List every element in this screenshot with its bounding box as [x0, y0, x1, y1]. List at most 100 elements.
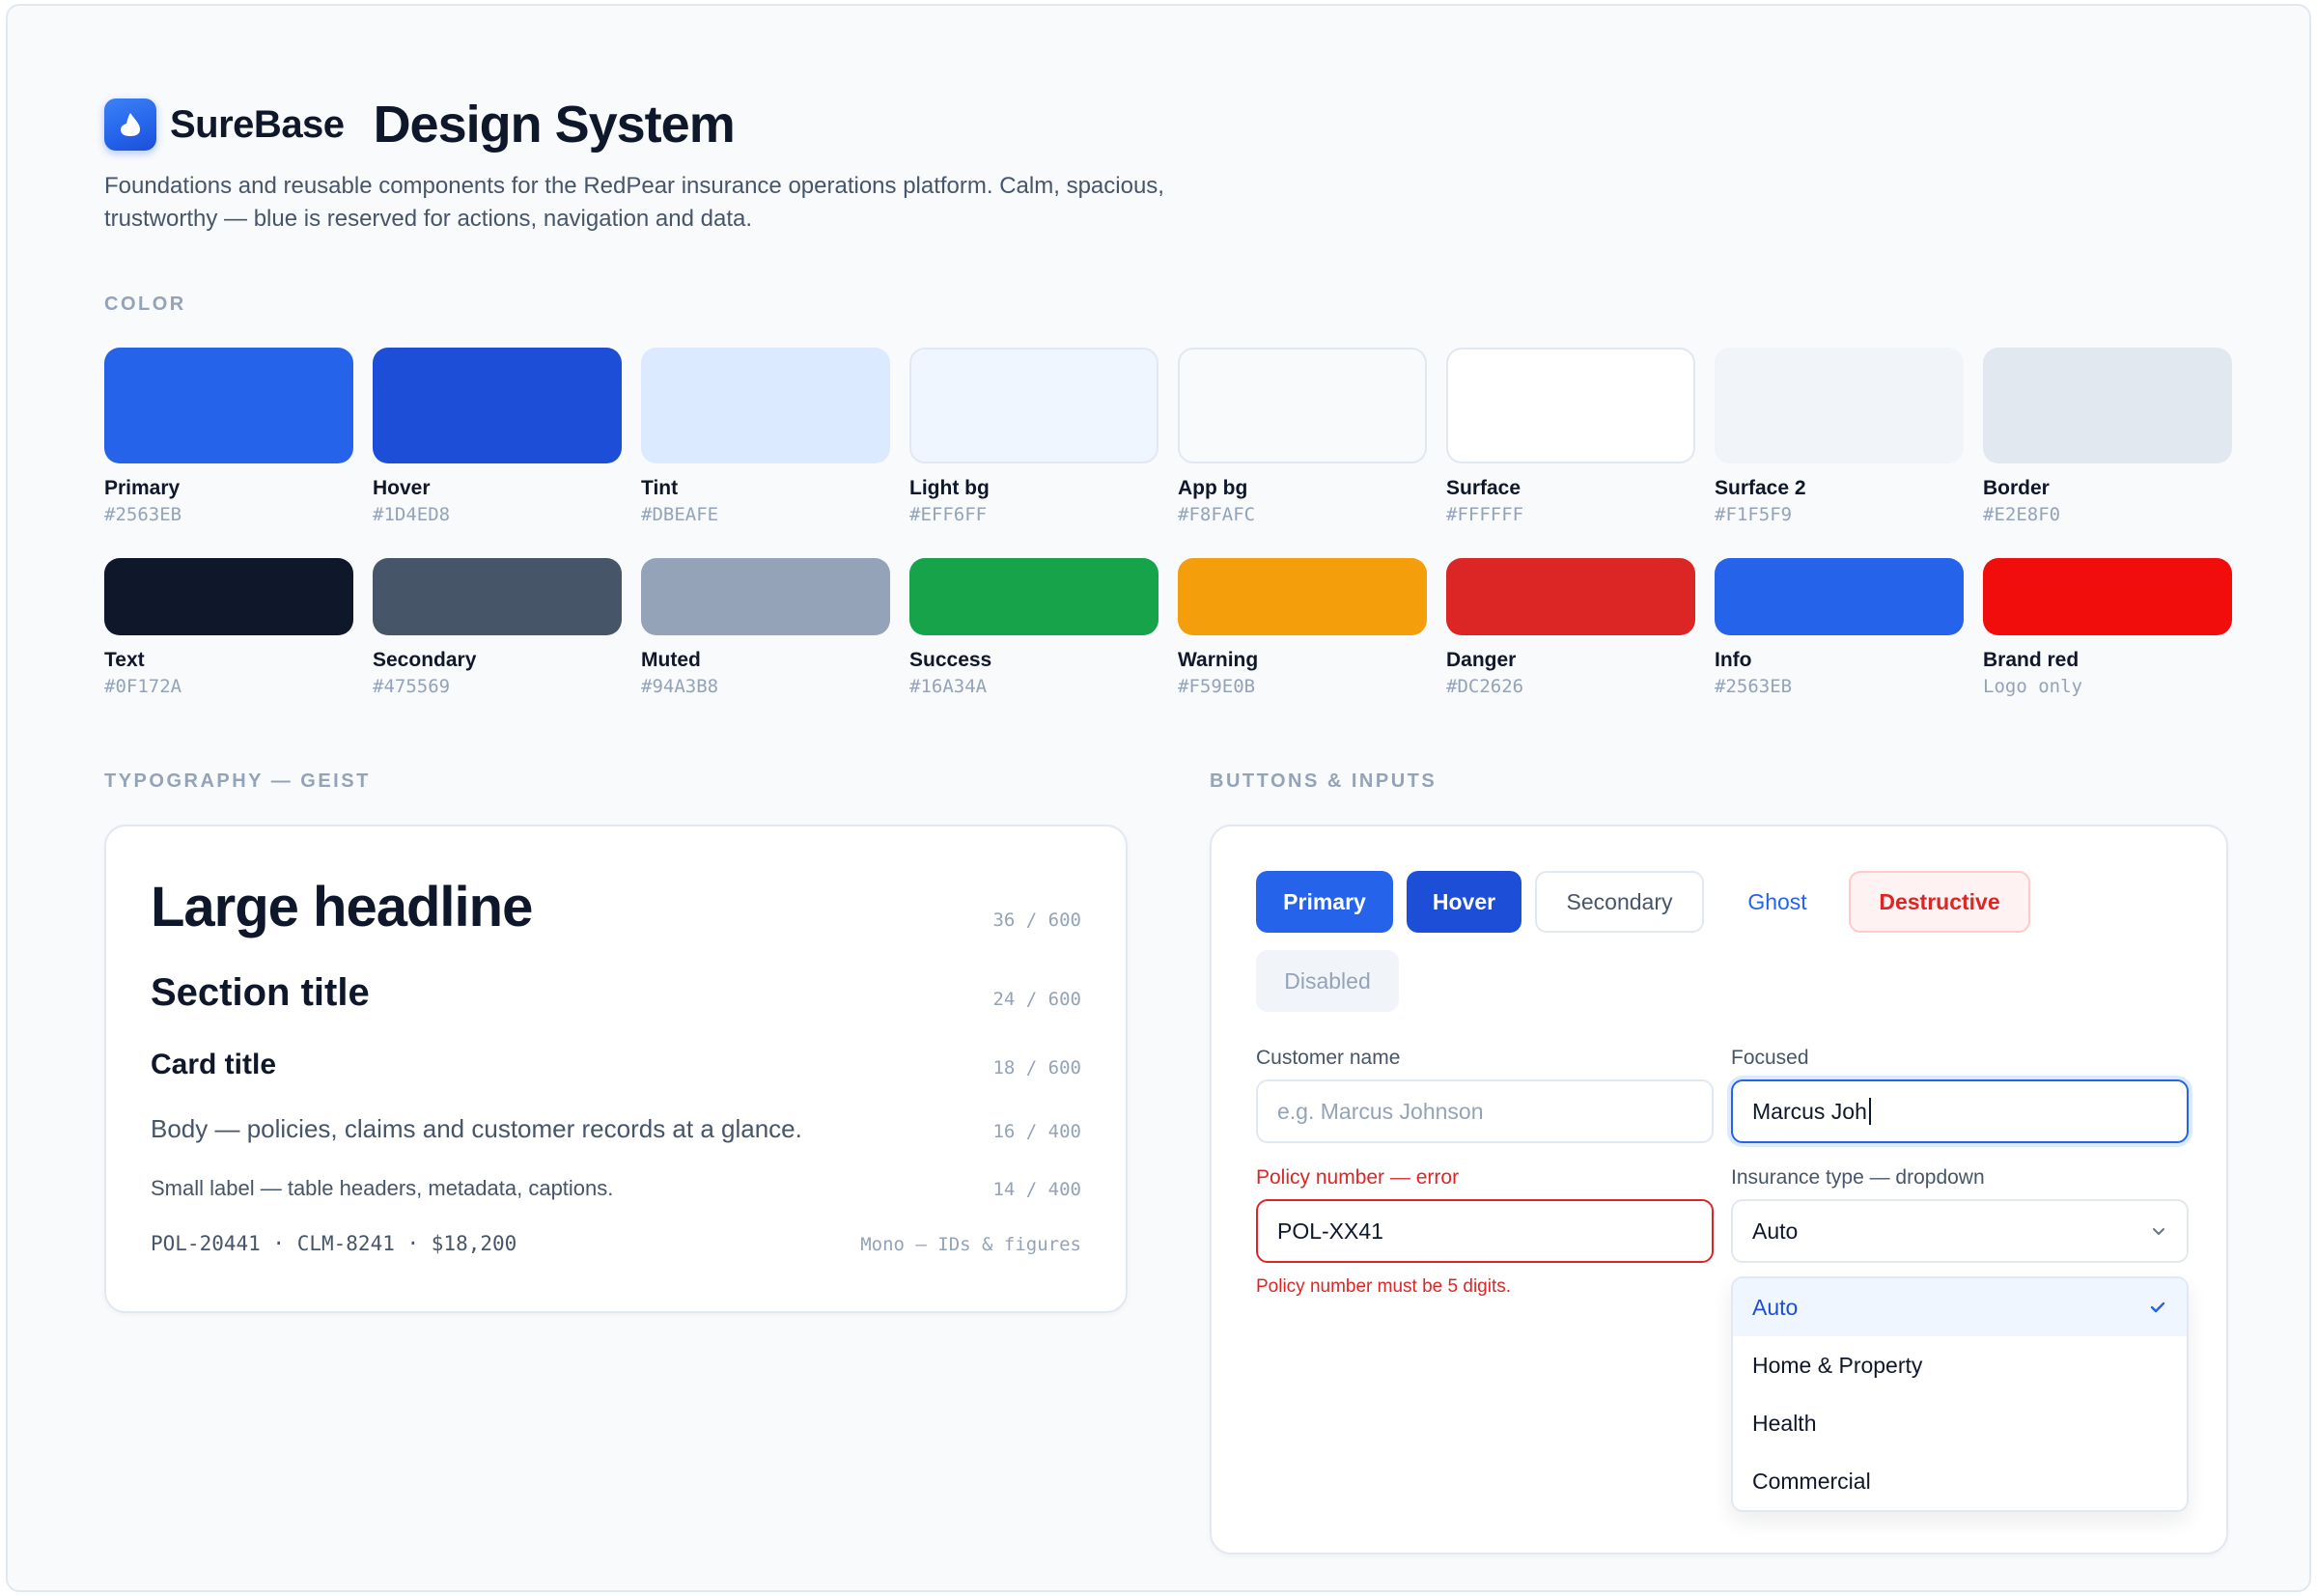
swatch-name: Text — [104, 649, 145, 671]
insurance-type-value: Auto — [1752, 1218, 1799, 1244]
large-headline-sample: Large headline — [151, 876, 533, 938]
ghost-button[interactable]: Ghost — [1719, 871, 1835, 933]
surebase-logo-icon — [104, 98, 156, 151]
color-chip — [1715, 558, 1964, 635]
small-label-sample: Small label — table headers, metadata, c… — [151, 1176, 614, 1200]
policy-number-label: Policy number — error — [1256, 1166, 1460, 1189]
color-swatch: Muted #94A3B8 — [641, 558, 890, 697]
insurance-type-dropdown: Auto Home & Property Health Commercial — [1731, 1276, 2189, 1512]
color-chip — [1446, 348, 1695, 463]
dropdown-option-commercial[interactable]: Commercial — [1733, 1452, 2187, 1510]
color-swatch: Brand red Logo only — [1983, 558, 2232, 697]
swatch-hex: #E2E8F0 — [1983, 504, 2061, 525]
typography-card: Large headline 36 / 600 Section title 24… — [104, 825, 1128, 1313]
swatch-row-semantic: Text #0F172A Secondary #475569 Muted #94A3B8 S… — [104, 558, 2232, 697]
option-label: Auto — [1752, 1294, 1799, 1320]
dropdown-option-auto[interactable]: Auto — [1733, 1278, 2187, 1336]
color-chip — [641, 558, 890, 635]
swatch-name: Brand red — [1983, 649, 2080, 671]
color-swatch: Text #0F172A — [104, 558, 353, 697]
swatch-name: Hover — [373, 477, 431, 499]
type-spec: 18 / 600 — [992, 1057, 1081, 1078]
color-chip — [104, 348, 353, 463]
type-spec: 24 / 600 — [992, 989, 1081, 1010]
color-swatch: Secondary #475569 — [373, 558, 622, 697]
color-swatch: Warning #F59E0B — [1178, 558, 1427, 697]
dropdown-option-health[interactable]: Health — [1733, 1394, 2187, 1452]
swatch-name: Secondary — [373, 649, 477, 671]
policy-number-error: Policy number must be 5 digits. — [1256, 1276, 1512, 1297]
focused-input-value: Marcus Joh — [1752, 1098, 1867, 1124]
swatch-name: Primary — [104, 477, 181, 499]
color-chip — [909, 348, 1158, 463]
page-header: SureBase Design System — [104, 93, 2228, 156]
swatch-name: Muted — [641, 649, 701, 671]
type-spec: 14 / 400 — [992, 1179, 1081, 1200]
swatch-hex: #FFFFFF — [1446, 504, 1524, 525]
insurance-type-select[interactable]: Auto — [1731, 1199, 2189, 1263]
swatch-name: Info — [1715, 649, 1752, 671]
swatch-name: Border — [1983, 477, 2050, 499]
swatch-name: Surface 2 — [1715, 477, 1806, 499]
insurance-type-label: Insurance type — dropdown — [1731, 1166, 1985, 1189]
swatch-name: App bg — [1178, 477, 1248, 499]
mono-sample: POL-20441 · CLM-8241 · $18,200 — [151, 1232, 517, 1255]
color-chip — [641, 348, 890, 463]
swatch-hex: #2563EB — [104, 504, 182, 525]
dropdown-option-home-property[interactable]: Home & Property — [1733, 1336, 2187, 1394]
customer-name-input[interactable]: e.g. Marcus Johnson — [1256, 1079, 1714, 1143]
color-chip — [1178, 348, 1427, 463]
chevron-down-icon — [2153, 1228, 2164, 1235]
page-description: Foundations and reusable components for … — [104, 173, 1164, 232]
swatch-name: Warning — [1178, 649, 1259, 671]
text-caret — [1868, 1098, 1871, 1125]
swatch-hex: #475569 — [373, 676, 451, 697]
type-sample-row: Large headline 36 / 600 — [151, 875, 1081, 939]
swatch-hex: #1D4ED8 — [373, 504, 451, 525]
color-swatch: Primary #2563EB — [104, 348, 353, 525]
option-label: Home & Property — [1752, 1352, 1923, 1378]
swatch-row-brand: Primary #2563EB Hover #1D4ED8 Tint #DBEAFE Lig… — [104, 348, 2232, 525]
swatch-hex: Logo only — [1983, 676, 2082, 697]
secondary-button[interactable]: Secondary — [1535, 871, 1704, 933]
swatch-hex: #F59E0B — [1178, 676, 1256, 697]
swatch-hex: #DBEAFE — [641, 504, 719, 525]
app-frame: SureBase Design System Foundations and r… — [6, 4, 2311, 1592]
brand-name: SureBase — [170, 102, 345, 146]
hover-button[interactable]: Hover — [1407, 871, 1521, 933]
policy-number-value: POL-XX41 — [1277, 1218, 1383, 1244]
check-icon — [2150, 1302, 2165, 1313]
color-swatch: App bg #F8FAFC — [1178, 348, 1427, 525]
focused-label: Focused — [1731, 1047, 1809, 1069]
swatch-name: Light bg — [909, 477, 990, 499]
policy-number-input[interactable]: POL-XX41 — [1256, 1199, 1714, 1263]
color-swatch: Danger #DC2626 — [1446, 558, 1695, 697]
option-label: Commercial — [1752, 1468, 1871, 1494]
color-swatch: Light bg #EFF6FF — [909, 348, 1158, 525]
color-swatch: Hover #1D4ED8 — [373, 348, 622, 525]
destructive-button[interactable]: Destructive — [1849, 871, 2030, 933]
card-title-sample: Card title — [151, 1049, 277, 1080]
color-swatch-grid: Primary #2563EB Hover #1D4ED8 Tint #DBEAFE Lig… — [104, 348, 2232, 697]
swatch-hex: #F1F5F9 — [1715, 504, 1793, 525]
type-spec: 16 / 400 — [992, 1121, 1081, 1142]
focused-input[interactable]: Marcus Joh — [1731, 1079, 2189, 1143]
color-swatch: Border #E2E8F0 — [1983, 348, 2232, 525]
type-sample-row: POL-20441 · CLM-8241 · $18,200 Mono — ID… — [151, 1232, 1081, 1255]
swatch-hex: #DC2626 — [1446, 676, 1524, 697]
color-swatch: Surface #FFFFFF — [1446, 348, 1695, 525]
type-sample-row: Body — policies, claims and customer rec… — [151, 1114, 1081, 1144]
typography-section-label: TYPOGRAPHY — GEIST — [104, 770, 371, 792]
color-chip — [1178, 558, 1427, 635]
type-spec: Mono — IDs & figures — [860, 1234, 1081, 1255]
swatch-hex: #0F172A — [104, 676, 182, 697]
color-swatch: Success #16A34A — [909, 558, 1158, 697]
swatch-name: Danger — [1446, 649, 1517, 671]
swatch-hex: #16A34A — [909, 676, 988, 697]
color-chip — [1983, 348, 2232, 463]
color-chip — [373, 348, 622, 463]
customer-name-placeholder: e.g. Marcus Johnson — [1277, 1098, 1484, 1124]
color-swatch: Surface 2 #F1F5F9 — [1715, 348, 1964, 525]
type-sample-row: Small label — table headers, metadata, c… — [151, 1176, 1081, 1201]
primary-button[interactable]: Primary — [1256, 871, 1393, 933]
